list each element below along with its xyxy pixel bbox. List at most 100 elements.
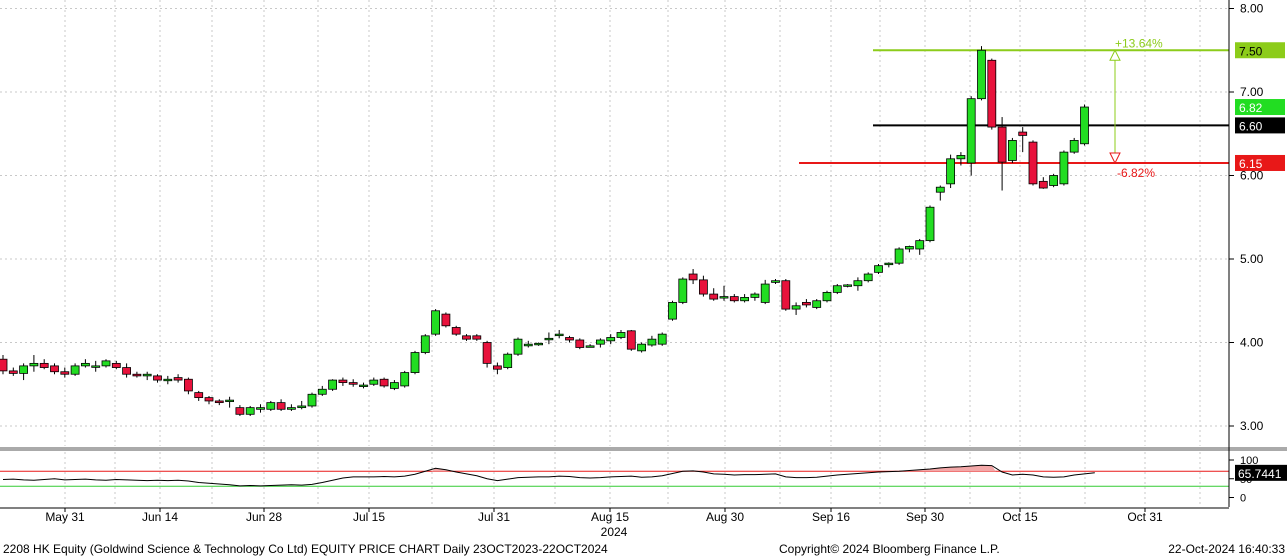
candle-body [637, 343, 646, 352]
x-year-label: 2024 [601, 525, 628, 539]
candle-body [256, 407, 265, 410]
candle-body [348, 382, 358, 385]
candle-body [668, 302, 677, 320]
level-tag-text: 6.15 [1239, 157, 1263, 171]
candle-body [276, 402, 286, 410]
candle-body [771, 280, 780, 283]
y-tick-label: 3.00 [1240, 419, 1264, 433]
candle-body [8, 370, 18, 374]
candle-body [987, 59, 997, 128]
candle-body [338, 379, 348, 383]
candle-body [729, 296, 739, 302]
candle-body [359, 384, 368, 387]
candle-body [781, 280, 791, 310]
candle-body [894, 248, 904, 264]
candle-body [194, 392, 204, 399]
candle-body [1008, 140, 1017, 161]
candle-body [616, 332, 626, 338]
candle-body [462, 335, 471, 340]
candle-body [1069, 140, 1079, 153]
candle-body [1080, 106, 1089, 145]
candle-body [905, 246, 914, 250]
candle-body [554, 333, 564, 337]
candle-body [915, 240, 925, 250]
candle-body [503, 353, 513, 368]
candle-body [1059, 151, 1069, 185]
candle-body [1038, 180, 1048, 189]
candle-body [925, 206, 935, 242]
candle-body [513, 338, 523, 355]
rsi-tick-label: 0 [1240, 493, 1246, 505]
x-tick-label: Jul 31 [478, 510, 510, 524]
candle-body [853, 280, 863, 287]
y-tick-label: 7.00 [1240, 85, 1264, 99]
candle-body [472, 335, 482, 340]
candle-body [101, 360, 111, 367]
candle-body [1018, 131, 1028, 136]
candle-body [626, 330, 636, 350]
candle-body [534, 342, 543, 346]
candle-body [163, 378, 173, 382]
candle-body [1049, 175, 1058, 186]
candle-body [760, 283, 770, 303]
timestamp: 22-Oct-2024 16:40:33 [1168, 542, 1285, 556]
y-tick-label: 5.00 [1240, 252, 1264, 266]
candle-body [441, 313, 451, 327]
candle-body [389, 382, 399, 389]
candle-body [70, 365, 80, 375]
x-tick-label: Jun 28 [246, 510, 282, 524]
candle-body [91, 365, 101, 368]
candle-body [740, 297, 749, 302]
candle-body [183, 378, 193, 392]
candle-body [791, 305, 801, 310]
candle-body [132, 373, 142, 377]
candle-body [966, 98, 976, 164]
x-tick-label: May 31 [45, 510, 85, 524]
candle-body [204, 397, 214, 402]
candle-body [328, 379, 338, 390]
candle-body [307, 393, 317, 407]
candle-body [379, 378, 389, 387]
x-tick-label: Aug 30 [706, 510, 744, 524]
downside-percent-label: -6.82% [1117, 166, 1155, 180]
candle-body [1028, 141, 1038, 185]
level-tag-text: 6.60 [1239, 119, 1263, 133]
x-tick-label: Sep 16 [812, 510, 850, 524]
candle-body [606, 337, 616, 342]
candle-body [235, 407, 245, 415]
level-tag-text: 7.50 [1239, 44, 1263, 58]
candle-body [946, 158, 955, 185]
candle-body [688, 273, 698, 281]
candle-body [420, 335, 430, 353]
candle-body [29, 362, 39, 367]
candle-body [678, 278, 688, 303]
copyright-notice: Copyright© 2024 Bloomberg Finance L.P. [779, 542, 1000, 556]
candle-body [565, 337, 574, 341]
candle-body [122, 367, 131, 375]
candle-body [410, 352, 420, 373]
candle-body [50, 365, 59, 373]
candle-body [884, 262, 894, 266]
candle-body [812, 300, 822, 308]
x-tick-label: Jun 14 [142, 510, 178, 524]
candle-body [822, 291, 832, 302]
candle-body [699, 279, 708, 295]
candle-body [317, 388, 327, 395]
candle-body [286, 407, 296, 410]
candle-body [482, 342, 492, 364]
candle-body [802, 302, 811, 306]
x-tick-label: Sep 30 [906, 510, 944, 524]
candle-body [400, 372, 410, 387]
candle-body [142, 373, 152, 377]
y-tick-label: 8.00 [1240, 2, 1264, 16]
candle-body [492, 365, 502, 370]
candle-body [266, 402, 276, 410]
candle-body [647, 338, 657, 346]
candle-body [843, 284, 852, 287]
candle-body [60, 371, 70, 375]
x-tick-label: Jul 15 [353, 510, 385, 524]
candle-body [111, 362, 121, 368]
candle-body [935, 186, 945, 193]
candle-body [997, 126, 1007, 163]
candle-body [153, 375, 162, 381]
